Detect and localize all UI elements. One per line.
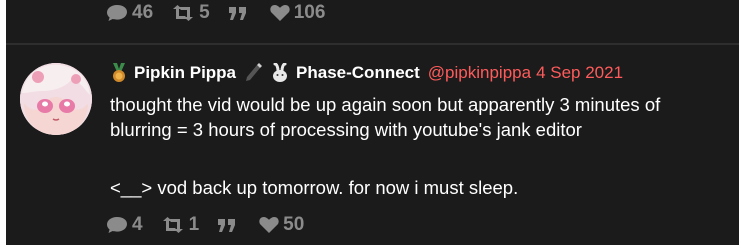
- reply-button[interactable]: 46: [106, 2, 153, 24]
- quote-button[interactable]: [217, 217, 241, 233]
- like-count: 50: [283, 214, 305, 235]
- author-name[interactable]: Pipkin Pippa: [134, 63, 236, 83]
- reply-icon: [106, 4, 128, 22]
- retweet-icon: [171, 4, 195, 22]
- post-text-line: <__> vod back up tomorrow. for now i mus…: [110, 177, 519, 198]
- like-button[interactable]: 50: [259, 214, 304, 236]
- rabbit-icon: [270, 63, 290, 83]
- post-text-line: blurring = 3 hours of processing with yo…: [110, 119, 582, 140]
- quote-icon: [217, 217, 237, 233]
- reply-icon: [106, 216, 128, 234]
- author-handle[interactable]: @pipkinpippa: [428, 63, 531, 83]
- quote-icon: [228, 5, 248, 21]
- post-header: Pipkin Pippa Phase-Connect @pipkinpippa …: [110, 63, 623, 83]
- retweet-count: 1: [188, 214, 200, 235]
- reply-count: 4: [132, 214, 143, 235]
- reply-count: 46: [132, 2, 154, 23]
- tweet-feed: 46 5 106 Pipkin Pippa Phase-Connect @pip…: [6, 0, 739, 245]
- post-divider: [6, 43, 739, 45]
- like-count: 106: [293, 2, 326, 23]
- heart-icon: [270, 4, 290, 22]
- retweet-button[interactable]: 5: [171, 2, 210, 24]
- retweet-button[interactable]: 1: [161, 214, 200, 236]
- medal-icon: [110, 63, 128, 83]
- heart-icon: [259, 216, 279, 234]
- brush-icon: [244, 63, 264, 83]
- avatar[interactable]: [20, 63, 92, 135]
- post-text-line: thought the vid would be up again soon b…: [110, 94, 661, 115]
- retweet-count: 5: [199, 2, 210, 23]
- like-button[interactable]: 106: [270, 2, 326, 24]
- group-name[interactable]: Phase-Connect: [296, 63, 420, 83]
- post-date[interactable]: 4 Sep 2021: [536, 63, 623, 83]
- prev-post-stats: 46 5 106: [106, 2, 343, 24]
- retweet-icon: [161, 216, 185, 234]
- post-text: thought the vid would be up again soon b…: [110, 92, 740, 200]
- post-stats: 4 1 50: [106, 214, 322, 236]
- reply-button[interactable]: 4: [106, 214, 143, 236]
- quote-button[interactable]: [228, 5, 252, 21]
